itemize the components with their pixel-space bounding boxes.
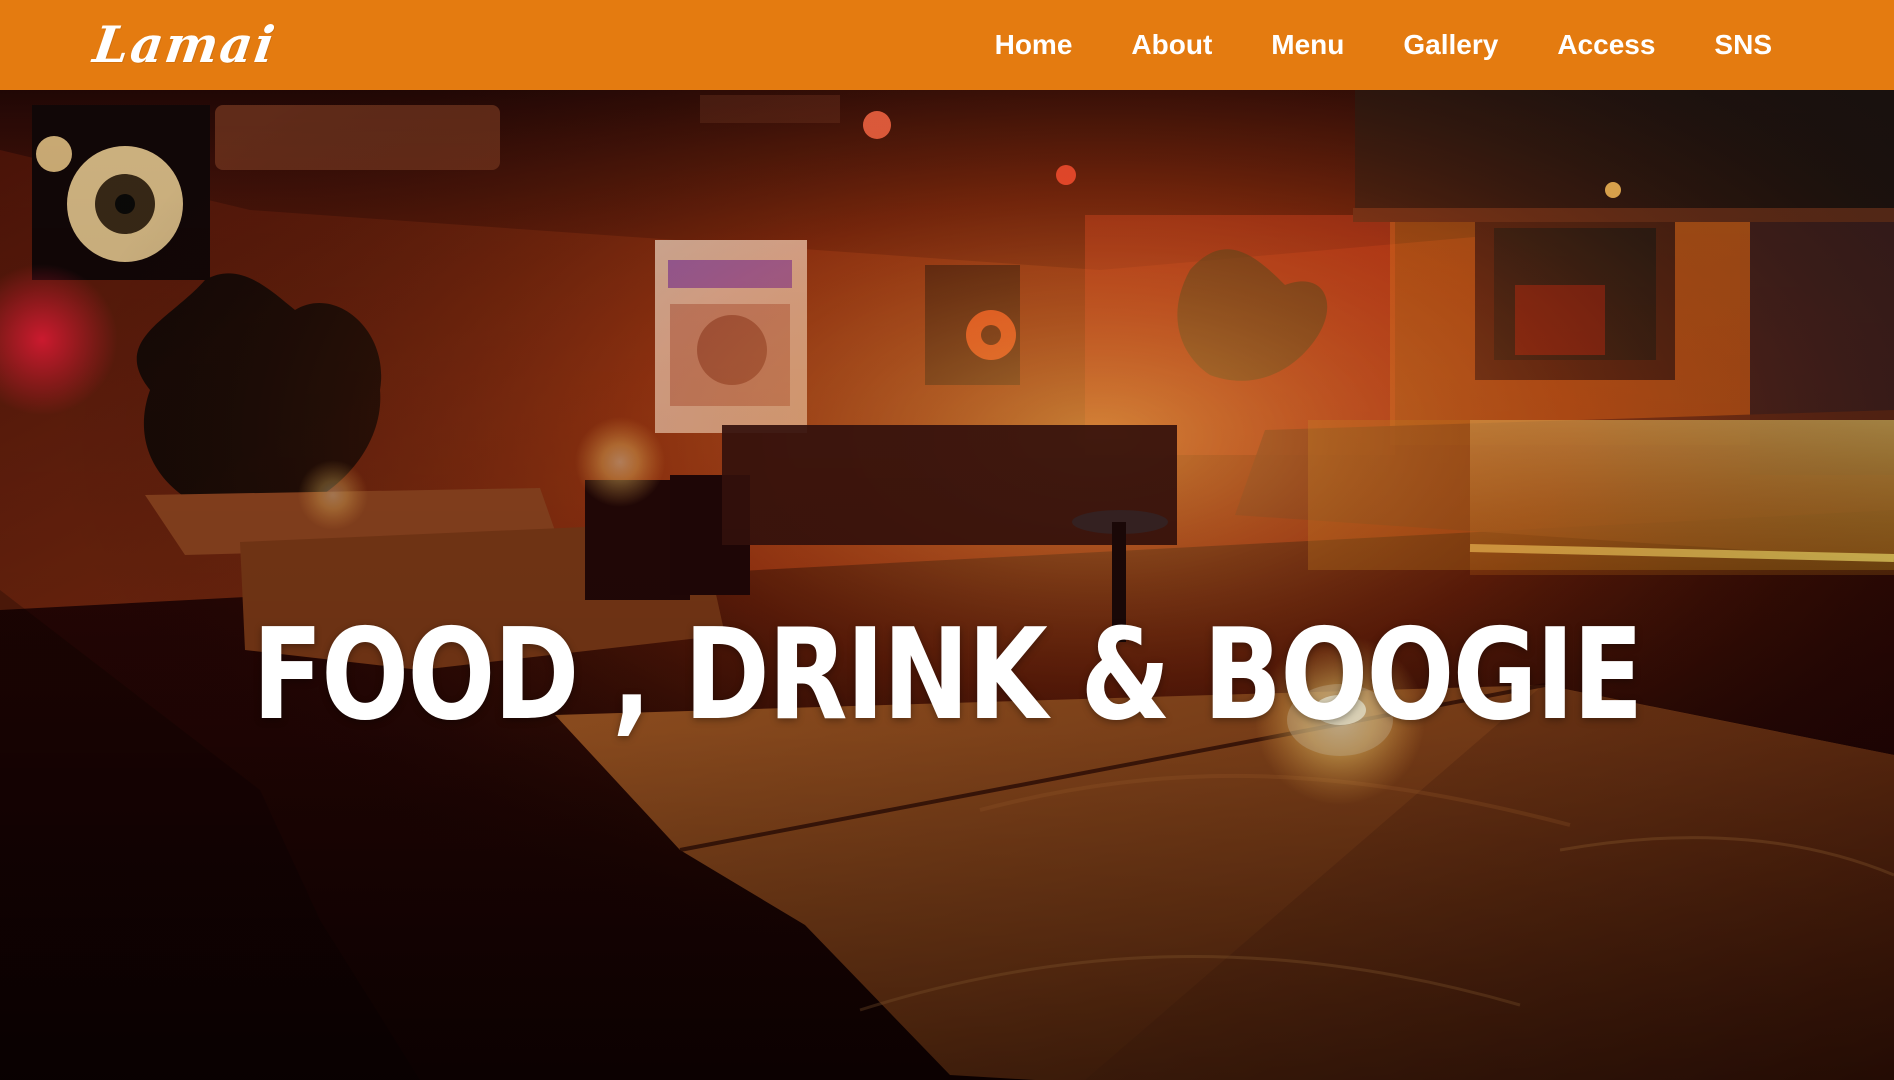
hero-headline: FOOD , DRINK & BOOGIE xyxy=(252,601,1643,749)
nav-sns[interactable]: SNS xyxy=(1714,29,1772,61)
nav-gallery[interactable]: Gallery xyxy=(1403,29,1498,61)
hero-background-image xyxy=(0,90,1894,1080)
site-header: Lamai Home About Menu Gallery Access SNS xyxy=(0,0,1894,90)
hero-section: FOOD , DRINK & BOOGIE xyxy=(0,90,1894,1080)
site-logo[interactable]: Lamai xyxy=(90,14,280,74)
nav-about[interactable]: About xyxy=(1131,29,1212,61)
nav-access[interactable]: Access xyxy=(1557,29,1655,61)
nav-menu[interactable]: Menu xyxy=(1271,29,1344,61)
nav-home[interactable]: Home xyxy=(995,29,1073,61)
main-nav: Home About Menu Gallery Access SNS xyxy=(995,0,1772,90)
